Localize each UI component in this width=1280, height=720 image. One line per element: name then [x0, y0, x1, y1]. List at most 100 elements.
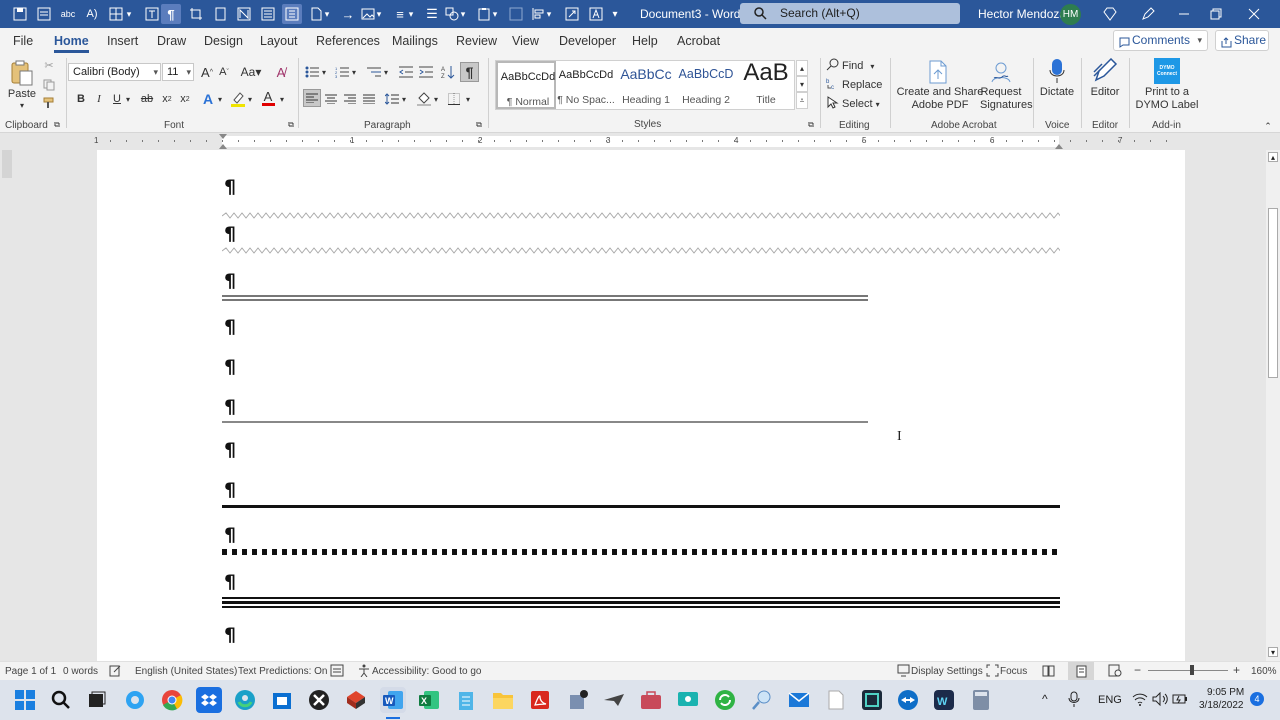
- styles-scroll-down-icon[interactable]: ▾: [796, 76, 808, 92]
- zoom-level[interactable]: 160%: [1251, 666, 1277, 677]
- customize-qat-icon[interactable]: ▾: [608, 4, 622, 24]
- comments-button[interactable]: Comments ▾: [1113, 30, 1208, 51]
- paste-icon[interactable]: [8, 58, 36, 88]
- chevron-down-icon[interactable]: ▾: [278, 90, 286, 108]
- read-mode-icon[interactable]: [1042, 664, 1055, 680]
- stack-icon[interactable]: ☰: [422, 4, 442, 24]
- search-icon[interactable]: [48, 687, 74, 713]
- form-icon[interactable]: [34, 4, 54, 24]
- mail-icon[interactable]: [786, 687, 812, 713]
- font-name-combo[interactable]: Calibri (Body): [68, 63, 161, 81]
- wavy-border-line[interactable]: [222, 247, 1060, 255]
- mic-tray-icon[interactable]: [1068, 691, 1080, 710]
- select-button[interactable]: Select ▾: [826, 95, 888, 113]
- request-signatures-label[interactable]: Request Signatures: [980, 86, 1033, 112]
- word-count[interactable]: 0 words: [63, 666, 98, 677]
- right-indent-marker[interactable]: [1055, 144, 1063, 149]
- microphone-icon[interactable]: [1045, 57, 1069, 85]
- layout-icon[interactable]: [258, 4, 278, 24]
- superscript-icon[interactable]: x2: [178, 90, 192, 108]
- vertical-scrollbar[interactable]: ▴ ▾: [1266, 150, 1280, 661]
- tab-review[interactable]: Review: [456, 34, 497, 48]
- paragraph-mark[interactable]: ¶: [224, 176, 236, 198]
- input-language[interactable]: ENG: [1098, 694, 1122, 706]
- paragraph-mark[interactable]: ¶: [224, 571, 236, 593]
- strikethrough-icon[interactable]: ab: [138, 90, 156, 108]
- clock-time[interactable]: 9:05 PM: [1207, 687, 1244, 698]
- paragraph-mark[interactable]: ¶: [224, 270, 236, 292]
- tab-layout[interactable]: Layout: [260, 34, 298, 48]
- paragraph-mark[interactable]: ¶: [224, 479, 236, 501]
- edge-legacy-icon[interactable]: [122, 687, 148, 713]
- volume-icon[interactable]: [1152, 691, 1168, 709]
- start-icon[interactable]: [12, 687, 38, 713]
- dialog-launcher-icon[interactable]: ⧉: [474, 120, 484, 130]
- save-icon[interactable]: [10, 4, 30, 24]
- paragraph-mark[interactable]: ¶: [224, 223, 236, 245]
- macro-icon[interactable]: [330, 664, 344, 680]
- arrow-right-icon[interactable]: →: [338, 4, 358, 24]
- zoom-out-icon[interactable]: −: [1134, 663, 1141, 677]
- shrink-font-icon[interactable]: Aˇ: [216, 63, 232, 81]
- font-size-combo[interactable]: 11: [162, 63, 194, 81]
- notification-badge[interactable]: 4: [1250, 692, 1264, 706]
- dotted-border-line[interactable]: [222, 549, 1060, 555]
- teamviewer-icon[interactable]: [895, 687, 921, 713]
- read-aloud-icon[interactable]: A): [82, 4, 102, 24]
- scrollbar-thumb[interactable]: [1268, 208, 1278, 378]
- scroll-down-icon[interactable]: ▾: [1268, 647, 1278, 657]
- spelling-icon[interactable]: abc: [58, 4, 78, 24]
- language[interactable]: English (United States): [135, 666, 237, 677]
- page-count[interactable]: Page 1 of 1: [5, 666, 56, 677]
- chevron-down-icon[interactable]: ▾: [216, 90, 224, 108]
- chevron-down-icon[interactable]: ▾: [320, 63, 328, 81]
- sort-icon[interactable]: AZ: [440, 63, 456, 81]
- triple-border-line[interactable]: [222, 597, 1060, 609]
- style-title[interactable]: AaB Title: [736, 59, 796, 109]
- tab-developer[interactable]: Developer: [559, 34, 616, 48]
- paragraph-mark[interactable]: ¶: [224, 396, 236, 418]
- highlight-icon[interactable]: [230, 90, 246, 108]
- chevron-down-icon[interactable]: ▾: [124, 4, 134, 24]
- decrease-indent-icon[interactable]: [398, 63, 414, 81]
- avatar[interactable]: HM: [1060, 4, 1081, 25]
- dialog-launcher-icon[interactable]: ⧉: [806, 120, 816, 130]
- create-share-pdf-label[interactable]: Create and Share Adobe PDF: [894, 86, 986, 112]
- chevron-down-icon[interactable]: ▾: [382, 63, 390, 81]
- accessibility-status[interactable]: Accessibility: Good to go: [372, 666, 482, 677]
- chevron-down-icon[interactable]: ▾: [406, 4, 416, 24]
- italic-icon[interactable]: I: [92, 90, 106, 108]
- file-explorer-icon[interactable]: [490, 687, 516, 713]
- chevron-down-icon[interactable]: ▾: [124, 90, 132, 108]
- align-right-icon[interactable]: [342, 90, 358, 108]
- paragraph-mark[interactable]: ¶: [224, 316, 236, 338]
- user-name[interactable]: Hector Mendoza: [978, 7, 1066, 21]
- chevron-up-icon[interactable]: ^: [1042, 692, 1048, 706]
- pen-icon[interactable]: [1138, 4, 1158, 24]
- xbox-x-icon[interactable]: [306, 687, 332, 713]
- vnc-icon[interactable]: W: [931, 687, 957, 713]
- replace-button[interactable]: bc Replace: [826, 76, 888, 94]
- chevron-down-icon[interactable]: ▾: [322, 4, 332, 24]
- text-frame-icon[interactable]: [586, 4, 606, 24]
- text-predictions[interactable]: Text Predictions: On: [238, 666, 327, 677]
- line-spacing-icon[interactable]: [384, 90, 400, 108]
- center-icon[interactable]: [323, 90, 339, 108]
- page-icon[interactable]: [210, 4, 230, 24]
- horizontal-ruler[interactable]: 1 1 2 3 4 5 6 7: [0, 133, 1280, 150]
- tab-file[interactable]: File: [13, 34, 33, 48]
- notepad-icon[interactable]: [453, 687, 479, 713]
- photo-app-icon[interactable]: [859, 687, 885, 713]
- borders-icon[interactable]: [446, 90, 462, 108]
- battery-icon[interactable]: [1172, 692, 1188, 709]
- style-no-spacing[interactable]: AaBbCcDd ¶ No Spac...: [556, 61, 616, 109]
- table-icon[interactable]: [106, 4, 126, 24]
- magnifier-icon[interactable]: [749, 687, 775, 713]
- increase-indent-icon[interactable]: [418, 63, 434, 81]
- change-case-icon[interactable]: Aa▾: [239, 63, 263, 81]
- store-icon[interactable]: [269, 687, 295, 713]
- font-color-icon[interactable]: A: [260, 88, 276, 108]
- text-effects-icon[interactable]: A: [200, 90, 216, 108]
- first-line-indent-marker[interactable]: [219, 134, 227, 139]
- align-left-icon[interactable]: [303, 89, 321, 107]
